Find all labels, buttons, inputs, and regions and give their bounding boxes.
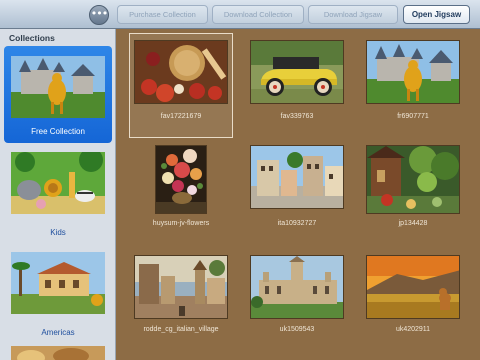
puzzle-thumbnail[interactable] [134,255,228,319]
sidebar-title: Collections [9,33,55,43]
sidebar-item-label: Free Collection [31,127,85,136]
sidebar-item-free-collection[interactable]: Free Collection [4,46,112,143]
puzzle-thumbnail[interactable] [366,145,460,214]
puzzle-thumbnail[interactable] [366,40,460,104]
sidebar-item-partial[interactable] [4,344,112,360]
free-collection-thumbnail [11,56,105,118]
puzzle-caption: fr6907771 [397,113,429,120]
puzzle-thumbnail[interactable] [250,255,344,319]
download-jigsaw-button[interactable]: Download Jigsaw [308,5,398,24]
puzzle-thumbnail[interactable] [366,255,460,319]
toolbar: ••• Purchase Collection Download Collect… [0,0,480,29]
puzzle-thumbnail[interactable] [250,145,344,209]
sidebar-item-label: Americas [41,328,75,337]
partial-thumbnail [11,346,105,360]
puzzle-caption: uk4202911 [395,326,431,333]
purchase-collection-button[interactable]: Purchase Collection [117,5,208,24]
open-jigsaw-button[interactable]: Open Jigsaw [403,5,470,24]
sidebar-item-americas[interactable]: Americas [4,248,112,343]
download-collection-button[interactable]: Download Collection [212,5,304,24]
puzzle-caption: jp134428 [398,220,428,227]
sidebar-item-kids[interactable]: Kids [4,148,112,243]
puzzle-thumbnail[interactable] [134,40,228,104]
more-button[interactable]: ••• [89,5,109,25]
americas-thumbnail [11,252,105,314]
sidebar-item-label: Kids [50,228,66,237]
kids-thumbnail [11,152,105,214]
puzzle-thumbnail[interactable] [155,145,207,214]
puzzle-thumbnail[interactable] [250,40,344,104]
collections-sidebar: Collections Free Collection Kids America… [0,29,116,360]
